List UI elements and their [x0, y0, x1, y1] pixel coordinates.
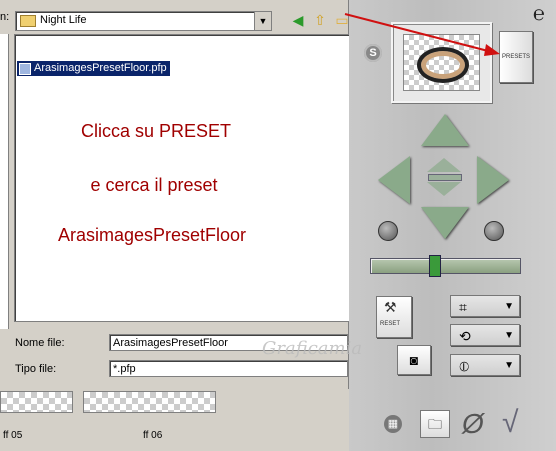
zoom-center-button[interactable] [428, 174, 462, 181]
cancel-icon[interactable]: Ø [462, 408, 484, 440]
app-logo-icon: ℮ [533, 3, 546, 25]
preview-window [391, 22, 492, 103]
chevron-down-icon[interactable]: ▼ [254, 12, 271, 30]
up-folder-icon[interactable]: ⇧ [311, 11, 329, 29]
grid-icon: ⌗ [459, 299, 467, 315]
preview-image [403, 34, 480, 91]
back-arrow-icon[interactable]: ◀ [289, 11, 307, 29]
arrow-down-button[interactable] [421, 207, 469, 239]
ring-shape [417, 47, 469, 83]
presets-button-label: PRESETS [502, 54, 531, 60]
hammer-icon: ⚒ [384, 299, 397, 315]
camera-button[interactable]: ◙ [397, 345, 431, 375]
chevron-down-icon: ▼ [504, 330, 514, 341]
arrow-right-button[interactable] [477, 156, 509, 204]
open-folder-button[interactable]: 🗀 [420, 410, 450, 438]
file-item-label: ArasimagesPresetFloor.pfp [34, 62, 167, 74]
file-item-selected[interactable]: ArasimagesPresetFloor.pfp [17, 61, 170, 76]
file-list[interactable]: ArasimagesPresetFloor.pfp Clicca su PRES… [14, 34, 350, 322]
thumbnail-label: ff 05 [3, 430, 23, 441]
reset-button-label: RESET [380, 321, 401, 327]
thumbnail-preview[interactable] [83, 391, 216, 413]
grid-view-icon[interactable]: ▦ [384, 415, 402, 433]
rotate-icon: ⟲ [459, 328, 471, 344]
reset-button[interactable]: ⚒ RESET [376, 296, 412, 338]
look-in-label: n: [0, 11, 10, 23]
file-type-select[interactable]: *.pfp [109, 360, 348, 377]
zoom-slider-track[interactable] [370, 258, 521, 274]
arrow-up-button[interactable] [421, 114, 469, 146]
zoom-out-button[interactable] [427, 182, 461, 196]
instruction-line-2: e cerca il preset [90, 175, 218, 195]
look-in-dropdown[interactable]: Night Life ▼ [15, 11, 272, 31]
rotate-left-knob[interactable] [378, 221, 398, 241]
ok-check-icon[interactable]: √ [502, 406, 518, 440]
chevron-down-icon: ▼ [504, 360, 514, 371]
arrow-left-button[interactable] [378, 156, 410, 204]
tilt-mode-button[interactable]: ⦶ ▼ [450, 354, 520, 376]
rotate-mode-button[interactable]: ⟲ ▼ [450, 324, 520, 346]
presets-button[interactable]: PRESETS [499, 31, 533, 83]
places-bar [0, 34, 9, 329]
instruction-line-3: ArasimagesPresetFloor [57, 225, 247, 245]
rotate-right-knob[interactable] [484, 221, 504, 241]
thumbnail-label: ff 06 [143, 430, 163, 441]
file-name-label: Nome file: [15, 337, 65, 349]
tilt-icon: ⦶ [459, 358, 470, 374]
file-icon [19, 62, 31, 75]
folder-icon [20, 15, 36, 27]
file-type-label: Tipo file: [15, 363, 57, 375]
grid-mode-button[interactable]: ⌗ ▼ [450, 295, 520, 317]
watermark: Graficamia [262, 338, 363, 359]
chevron-down-icon: ▼ [504, 301, 514, 312]
zoom-in-button[interactable] [427, 158, 461, 172]
look-in-value: Night Life [40, 14, 87, 26]
instruction-line-1: Clicca su PRESET [80, 121, 232, 141]
zoom-slider-thumb[interactable] [429, 255, 442, 277]
thumbnail-preview[interactable] [0, 391, 73, 413]
s-badge-button[interactable]: S [364, 44, 382, 62]
